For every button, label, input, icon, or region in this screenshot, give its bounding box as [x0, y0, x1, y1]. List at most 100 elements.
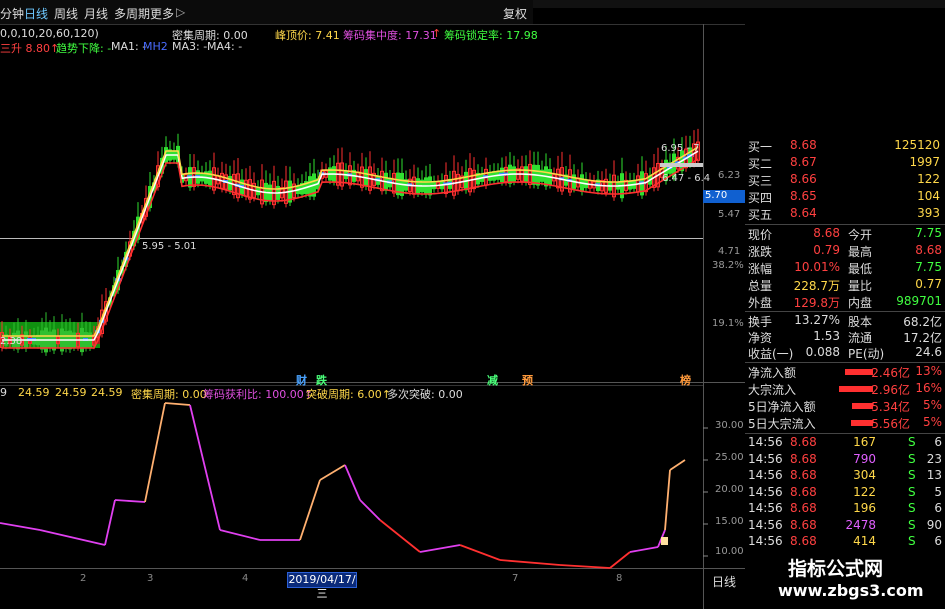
tick-count: 90	[926, 517, 942, 532]
indicator-line	[0, 522, 41, 531]
signal-list: 榜	[680, 374, 691, 387]
stat-label: 量比	[848, 279, 873, 293]
tick-time: 14:56	[748, 468, 783, 482]
fund-flow-row: 5日大宗流入 5.56亿 5%	[748, 415, 944, 432]
stat-value: 0.77	[915, 277, 942, 291]
sub-value: 24.59	[55, 386, 87, 399]
tick-volume: 122	[853, 484, 876, 499]
tick-price: 8.68	[790, 468, 817, 482]
signal-reduce: 减	[487, 374, 498, 387]
flow-percent: 5%	[922, 415, 942, 429]
stat-label: 今开	[848, 228, 873, 242]
tick-count: 13	[926, 468, 942, 482]
indicator-line	[499, 559, 561, 566]
flow-value: 2.96亿	[871, 383, 910, 397]
tick-price: 8.68	[790, 484, 817, 499]
tick-time: 14:56	[748, 534, 783, 548]
indicator-line	[419, 544, 461, 553]
bid-row: 买二 8.67 1997	[748, 155, 944, 172]
flow-bar	[852, 403, 873, 409]
flow-label: 大宗流入	[748, 383, 797, 397]
fund-label: 净资	[748, 331, 773, 345]
stat-label: 总量	[748, 279, 773, 293]
flow-bar	[845, 369, 873, 375]
tick-side: S	[908, 451, 916, 466]
bid-price: 8.66	[790, 172, 817, 186]
tick-price: 8.68	[790, 517, 817, 532]
sub-profit-ratio: 筹码获利比: 100.00↑	[203, 388, 313, 401]
x-axis-label: 7	[512, 573, 519, 584]
tick-volume: 167	[853, 435, 876, 449]
period-label[interactable]: 日线	[712, 573, 736, 590]
stat-value: 8.68	[813, 226, 840, 240]
flow-bar	[839, 386, 873, 392]
stat-label: 内盘	[848, 296, 873, 310]
tick-volume: 196	[853, 501, 876, 515]
bid-price: 8.67	[790, 155, 817, 169]
stat-value: 989701	[896, 294, 942, 308]
fund-flow-row: 5日净流入额 5.34亿 5%	[748, 398, 944, 415]
flow-percent: 16%	[915, 381, 942, 395]
bid-price: 8.68	[790, 138, 817, 152]
tick-row: 14:56 8.68 2478 S 90	[748, 518, 944, 535]
bid-label: 买四	[748, 191, 773, 205]
main-axis-label: 6.47 - 6.4	[662, 173, 711, 184]
bid-volume: 122	[917, 172, 940, 186]
bid-volume: 1997	[909, 155, 940, 169]
main-axis-label: 6.23	[718, 170, 741, 181]
fund-value: 13.27%	[794, 313, 840, 327]
tick-count: 6	[934, 534, 942, 548]
sub-axis-label: 20.00	[715, 484, 744, 495]
stat-label: 外盘	[748, 296, 773, 310]
price-range-label: 5.95 - 5.01	[142, 241, 197, 252]
fund-label: PE(动)	[848, 347, 885, 361]
indicator-line	[559, 564, 611, 569]
indicator-line	[164, 402, 191, 406]
stat-row: 总量 228.7万 量比 0.77	[748, 277, 944, 294]
tick-side: S	[908, 534, 916, 548]
bid-row: 买四 8.65 104	[748, 189, 944, 206]
x-axis-label: 3	[147, 573, 154, 584]
fund-value: 0.088	[805, 345, 840, 359]
bid-label: 买五	[748, 208, 773, 222]
watermark: 指标公式网 www.zbgs3.com	[748, 548, 945, 609]
fund-flow-row: 大宗流入 2.96亿 16%	[748, 381, 944, 398]
signal-forecast: 预	[522, 374, 533, 387]
cursor-date-label: 2019/04/17/三	[287, 572, 357, 600]
tick-price: 8.68	[790, 534, 817, 548]
stat-label: 最高	[848, 245, 873, 259]
sub-param: 9	[0, 386, 7, 399]
indicator-line	[219, 529, 261, 541]
tick-row: 14:56 8.68 167 S 6	[748, 435, 944, 452]
x-axis-label: 2	[80, 573, 87, 584]
tick-row: 14:56 8.68 304 S 13	[748, 468, 944, 485]
stat-value: 228.7万	[793, 279, 840, 293]
watermark-title: 指标公式网	[788, 558, 884, 580]
indicator-line	[299, 479, 321, 541]
tick-time: 14:56	[748, 517, 783, 532]
sub-value: 24.59	[18, 386, 50, 399]
fund-label: 换手	[748, 315, 773, 329]
bid-volume: 104	[917, 189, 940, 203]
sub-multi-breakout: 多次突破: 0.00	[387, 388, 463, 401]
tick-side: S	[908, 501, 916, 515]
tick-side: S	[908, 517, 916, 532]
tick-volume: 304	[853, 468, 876, 482]
stat-label: 现价	[748, 228, 773, 242]
stat-value: 8.68	[915, 243, 942, 257]
tick-time: 14:56	[748, 451, 783, 466]
indicator-line	[344, 464, 361, 501]
indicator-line	[379, 519, 421, 553]
flow-label: 5日大宗流入	[748, 417, 816, 431]
sub-axis-label: 15.00	[715, 516, 744, 527]
fund-value: 68.2亿	[903, 315, 942, 329]
tick-count: 6	[934, 435, 942, 449]
indicator-line	[359, 499, 381, 521]
stat-value: 10.01%	[794, 260, 840, 274]
fib-label: 19.1%	[712, 318, 744, 329]
bid-volume: 125120	[894, 138, 940, 152]
bid-row: 买三 8.66 122	[748, 172, 944, 189]
indicator-line	[669, 459, 686, 471]
stat-label: 涨幅	[748, 262, 773, 276]
sub-dense-period: 密集周期: 0.00	[131, 388, 207, 401]
